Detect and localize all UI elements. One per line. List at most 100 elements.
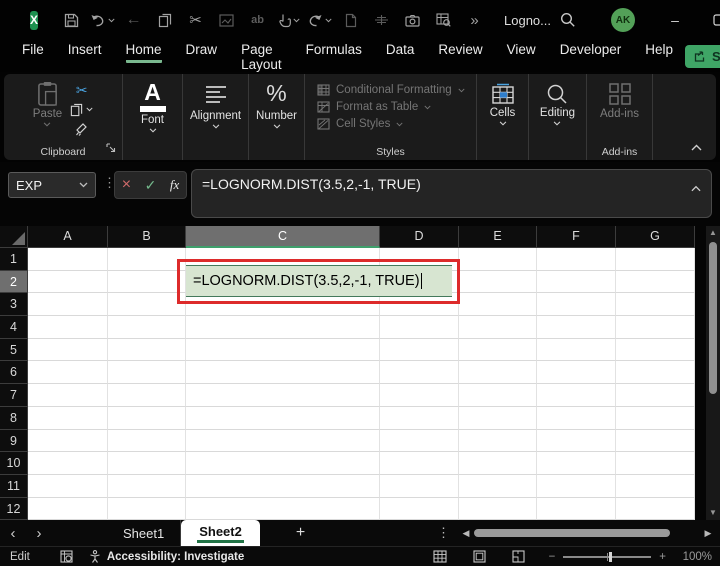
share-button[interactable]: Share (685, 44, 720, 68)
collapse-ribbon-icon[interactable] (691, 138, 702, 156)
cell-G7[interactable] (616, 384, 695, 407)
cell-G4[interactable] (616, 316, 695, 339)
tab-page-layout[interactable]: Page Layout (229, 36, 294, 76)
cell-E12[interactable] (459, 497, 537, 521)
cell-D10[interactable] (380, 452, 459, 475)
cell-F10[interactable] (537, 452, 616, 475)
cancel-formula-icon[interactable]: × (122, 177, 131, 193)
column-header-C[interactable]: C (186, 226, 380, 248)
cell-B11[interactable] (108, 474, 186, 498)
cut-icon[interactable]: ✂ (180, 7, 211, 33)
scroll-right-icon[interactable]: ▶ (700, 528, 716, 539)
cell-F12[interactable] (537, 497, 616, 521)
cell-D11[interactable] (380, 474, 459, 498)
row-header-1[interactable]: 1 (0, 248, 28, 271)
cell-C12[interactable] (186, 497, 380, 521)
cell-G6[interactable] (616, 361, 695, 385)
font-button[interactable]: A Font (139, 81, 166, 133)
vertical-scroll-thumb[interactable] (709, 242, 717, 394)
cell-C10[interactable] (186, 452, 380, 475)
cell-B4[interactable] (108, 316, 186, 339)
tab-file[interactable]: File (10, 36, 56, 76)
tab-data[interactable]: Data (374, 36, 427, 76)
cell-F7[interactable] (537, 384, 616, 407)
alignment-button[interactable]: Alignment (190, 81, 241, 129)
number-button[interactable]: % Number (256, 81, 297, 129)
zoom-in-icon[interactable]: + (659, 551, 666, 563)
cell-D4[interactable] (380, 316, 459, 339)
sheet-tab-sheet1[interactable]: Sheet1 (107, 520, 182, 546)
cell-B10[interactable] (108, 452, 186, 475)
cell-E4[interactable] (459, 316, 537, 339)
cells-button[interactable]: Cells (490, 81, 515, 126)
cell-E6[interactable] (459, 361, 537, 385)
page-break-view-icon[interactable] (512, 550, 525, 563)
cell-D12[interactable] (380, 497, 459, 521)
zoom-slider[interactable] (563, 551, 652, 562)
cell-G8[interactable] (616, 406, 695, 430)
zoom-percentage[interactable]: 100% (674, 551, 712, 563)
zoom-slider-thumb[interactable] (609, 551, 613, 562)
cell-D5[interactable] (380, 338, 459, 362)
column-header-G[interactable]: G (616, 226, 695, 248)
row-header-8[interactable]: 8 (0, 406, 28, 430)
cell-A12[interactable] (28, 497, 108, 521)
minimize-button[interactable]: – (653, 0, 697, 40)
cell-G2[interactable] (616, 270, 695, 294)
column-header-A[interactable]: A (28, 226, 108, 248)
cell-D7[interactable] (380, 384, 459, 407)
cell-D8[interactable] (380, 406, 459, 430)
cell-E5[interactable] (459, 338, 537, 362)
cell-G11[interactable] (616, 474, 695, 498)
more-commands-icon[interactable]: » (459, 7, 490, 33)
formula-input[interactable]: =LOGNORM.DIST(3.5,2,-1, TRUE) (191, 169, 712, 218)
sheet-tab-sheet2[interactable]: Sheet2 (181, 520, 260, 546)
cell-E7[interactable] (459, 384, 537, 407)
active-cell-editor[interactable]: =LOGNORM.DIST(3.5,2,-1, TRUE) (186, 265, 452, 297)
cell-F5[interactable] (537, 338, 616, 362)
macro-recording-icon[interactable] (60, 550, 73, 563)
cell-E3[interactable] (459, 293, 537, 317)
zoom-out-icon[interactable]: − (549, 551, 556, 563)
cell-E9[interactable] (459, 429, 537, 453)
cell-F9[interactable] (537, 429, 616, 453)
cell-B1[interactable] (108, 248, 186, 271)
horizontal-scrollbar[interactable]: ◀ ▶ (458, 528, 716, 539)
cell-B12[interactable] (108, 497, 186, 521)
prev-sheet-icon[interactable]: ‹ (0, 525, 26, 542)
cell-A2[interactable] (28, 270, 108, 294)
row-header-9[interactable]: 9 (0, 429, 28, 453)
tab-formulas[interactable]: Formulas (294, 36, 374, 76)
cell-G10[interactable] (616, 452, 695, 475)
cell-B6[interactable] (108, 361, 186, 385)
clipboard-dialog-launcher-icon[interactable] (106, 140, 116, 158)
cell-E2[interactable] (459, 270, 537, 294)
cell-G3[interactable] (616, 293, 695, 317)
horizontal-scroll-thumb[interactable] (474, 529, 670, 537)
column-header-D[interactable]: D (380, 226, 459, 248)
cell-D6[interactable] (380, 361, 459, 385)
tab-view[interactable]: View (495, 36, 548, 76)
search-icon[interactable] (551, 12, 585, 28)
row-header-11[interactable]: 11 (0, 474, 28, 498)
normal-view-icon[interactable] (433, 550, 447, 563)
save-icon[interactable] (56, 7, 87, 33)
name-box[interactable]: EXP (8, 172, 96, 198)
cell-E11[interactable] (459, 474, 537, 498)
cell-E10[interactable] (459, 452, 537, 475)
row-header-10[interactable]: 10 (0, 452, 28, 475)
next-sheet-icon[interactable]: › (26, 525, 52, 542)
cell-G5[interactable] (616, 338, 695, 362)
cell-A3[interactable] (28, 293, 108, 317)
row-header-5[interactable]: 5 (0, 338, 28, 362)
cell-B5[interactable] (108, 338, 186, 362)
row-header-4[interactable]: 4 (0, 316, 28, 339)
row-header-7[interactable]: 7 (0, 384, 28, 407)
maximize-button[interactable] (697, 0, 720, 40)
cell-A10[interactable] (28, 452, 108, 475)
new-sheet-button[interactable]: + (296, 524, 305, 542)
row-header-3[interactable]: 3 (0, 293, 28, 317)
tab-draw[interactable]: Draw (174, 36, 230, 76)
touch-mode-icon[interactable] (273, 7, 304, 33)
editing-button[interactable]: Editing (540, 81, 575, 126)
